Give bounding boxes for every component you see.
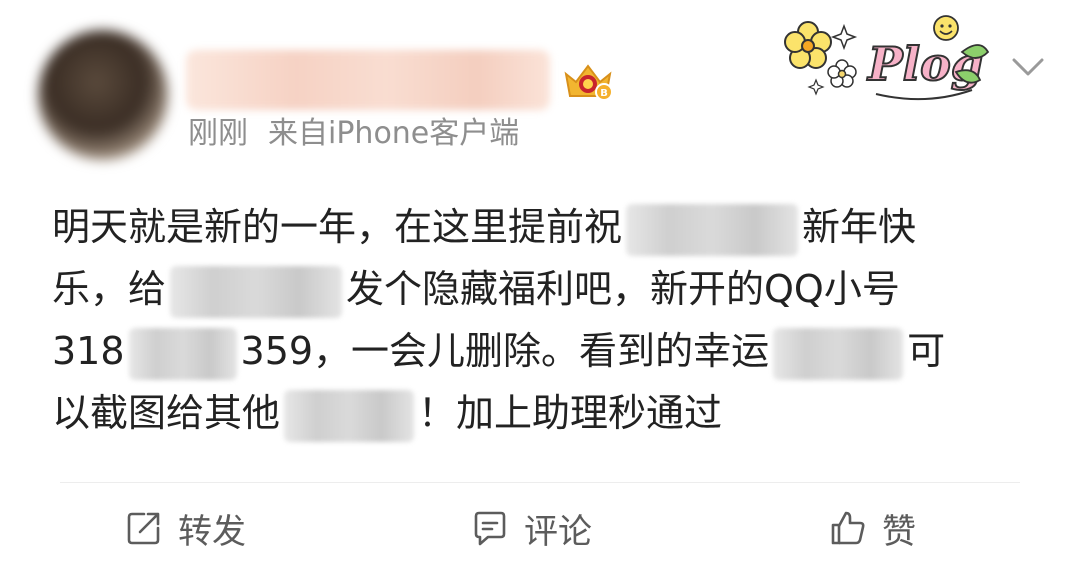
repost-label: 转发 [178, 511, 246, 552]
crown-badge-icon: B [564, 64, 613, 101]
post-line: 318 359，一会儿删除。看到的幸运可 [52, 320, 1052, 382]
flower-plog-sticker-icon: Plog [784, 15, 990, 101]
redacted-text [284, 389, 415, 442]
redacted-text [626, 203, 799, 256]
redacted-text [170, 265, 343, 318]
share-icon [127, 512, 160, 545]
redacted-text [773, 327, 904, 380]
post-time: 刚刚 [188, 116, 248, 151]
post-line: 乐，给 发个隐藏福利吧，新开的QQ小号 [52, 258, 1052, 320]
sticker-text: Plog [866, 37, 983, 91]
like-button[interactable]: 赞 [828, 500, 916, 556]
divider [60, 482, 1020, 483]
comment-button[interactable]: 评论 [470, 500, 592, 556]
post-line: 明天就是新的一年，在这里提前祝 新年快 [52, 196, 1052, 258]
comment-label: 评论 [524, 511, 592, 552]
weibo-post-card: B 刚刚 来自iPhone客户端 Plog 明天就是新的一年，在这里提前祝 新年… [0, 0, 1080, 571]
redacted-text [128, 327, 237, 380]
username-redacted[interactable] [186, 50, 550, 110]
thumbs-up-icon [831, 511, 865, 545]
post-content: 明天就是新的一年，在这里提前祝 新年快 乐，给 发个隐藏福利吧，新开的QQ小号 31… [52, 196, 1052, 444]
svg-text:B: B [600, 88, 608, 99]
post-meta: 刚刚 来自iPhone客户端 [188, 112, 519, 156]
avatar[interactable] [38, 30, 168, 160]
chevron-down-icon[interactable] [1006, 52, 1050, 82]
like-label: 赞 [882, 511, 916, 552]
comment-icon [474, 511, 506, 546]
post-source: 来自iPhone客户端 [268, 116, 520, 151]
post-line: 以截图给其他 ！加上助理秒通过 [52, 382, 1052, 444]
repost-button[interactable]: 转发 [124, 500, 246, 556]
